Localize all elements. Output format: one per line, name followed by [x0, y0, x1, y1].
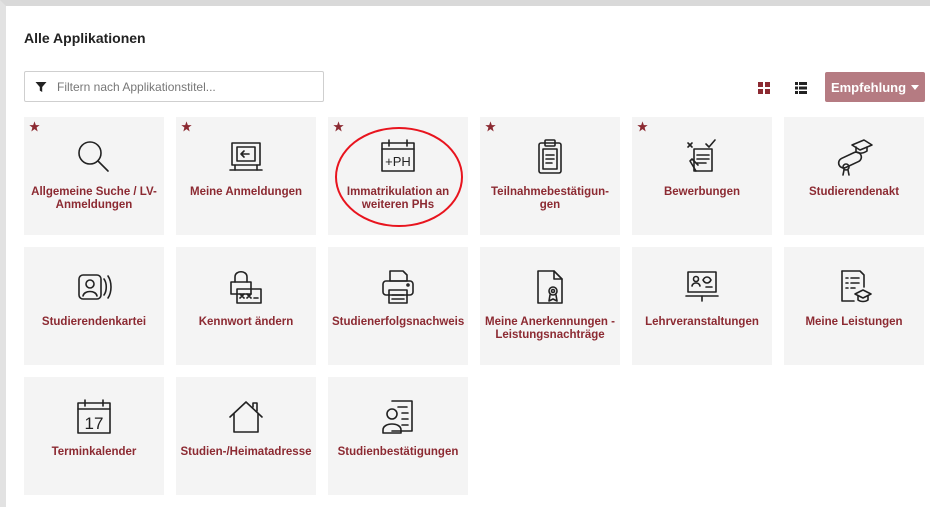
favorite-star-icon [181, 121, 192, 132]
favorite-star-icon [333, 121, 344, 132]
grid-view-icon[interactable] [758, 82, 770, 94]
signin-icon [229, 142, 263, 171]
home-icon [229, 401, 263, 433]
tile-meine-anmeldungen[interactable]: Meine Anmeldungen [176, 117, 316, 235]
calendar-plus-ph-icon: +PH [381, 139, 415, 172]
tile-studien-heimatadresse[interactable]: Studien-/Heimatadresse [176, 377, 316, 495]
tile-studierendenkartei[interactable]: Studierendenkartei [24, 247, 164, 365]
id-card-icon [78, 274, 112, 300]
tile-label: Studierendenkartei [41, 316, 147, 328]
tile-studierendenakt[interactable]: Studierendenakt [784, 117, 924, 235]
confirmation-document-icon [382, 400, 413, 434]
application-writing-icon [687, 139, 716, 172]
tile-label: Allgemeine Suche / LV-Anmeldungen [31, 186, 157, 211]
tile-label: Bewerbungen [663, 186, 741, 198]
calendar-17-icon: 17 [77, 399, 111, 434]
calendar-day: 17 [85, 414, 104, 433]
tile-studienerfolgsnachweis[interactable]: Studienerfolgsnachweis [328, 247, 468, 365]
diploma-cap-icon [837, 139, 873, 176]
svg-text:+PH: +PH [385, 154, 411, 169]
tile-label: Studienbestätigungen [337, 446, 459, 458]
password-lock-icon [230, 270, 262, 304]
tile-label: Teilnahmebestätigun-gen [491, 186, 609, 211]
tile-label: Studien-/Heimatadresse [180, 446, 312, 458]
tile-kennwort-aendern[interactable]: Kennwort ändern [176, 247, 316, 365]
printer-icon [382, 270, 414, 304]
tile-label: Kennwort ändern [198, 316, 294, 328]
tile-lehrveranstaltungen[interactable]: Lehrveranstaltungen [632, 247, 772, 365]
tile-allgemeine-suche[interactable]: Allgemeine Suche / LV-Anmeldungen [24, 117, 164, 235]
tile-meine-anerkennungen[interactable]: Meine Anerkennungen - Leistungsnachträge [480, 247, 620, 365]
tile-label: Meine Anerkennungen - Leistungsnachträge [485, 316, 615, 341]
recommendation-dropdown-button[interactable]: Empfehlung [825, 72, 925, 102]
tile-label: Studierendenakt [808, 186, 900, 198]
certificate-document-icon [537, 270, 563, 304]
caret-down-icon [911, 84, 920, 90]
filter-box[interactable] [24, 71, 324, 102]
grades-document-icon [841, 270, 872, 303]
filter-input[interactable] [55, 78, 309, 95]
tile-studienbestaetigungen[interactable]: Studienbestätigungen [328, 377, 468, 495]
tile-teilnahmebestaetigungen[interactable]: Teilnahmebestätigun-gen [480, 117, 620, 235]
tile-label: Lehrveranstaltungen [645, 316, 759, 328]
tile-bewerbungen[interactable]: Bewerbungen [632, 117, 772, 235]
filter-icon [35, 81, 47, 92]
tile-label: Studienerfolgsnachweis [332, 316, 465, 328]
page-title: Alle Applikationen [24, 30, 146, 46]
search-icon [78, 141, 109, 172]
list-view-icon[interactable] [795, 82, 807, 94]
tile-label: Meine Anmeldungen [189, 186, 303, 198]
favorite-star-icon [637, 121, 648, 132]
clipboard-icon [538, 139, 562, 174]
tile-terminkalender[interactable]: 17 Terminkalender [24, 377, 164, 495]
tile-label: Immatrikulation an weiteren PHs [346, 186, 450, 211]
tile-label: Meine Leistungen [805, 316, 903, 328]
tile-label: Terminkalender [51, 446, 137, 458]
tile-meine-leistungen[interactable]: Meine Leistungen [784, 247, 924, 365]
favorite-star-icon [485, 121, 496, 132]
recommendation-label: Empfehlung [830, 79, 907, 95]
tile-immatrikulation[interactable]: +PH Immatrikulation an weiteren PHs [328, 117, 468, 235]
teaching-board-icon [685, 271, 719, 302]
favorite-star-icon [29, 121, 40, 132]
